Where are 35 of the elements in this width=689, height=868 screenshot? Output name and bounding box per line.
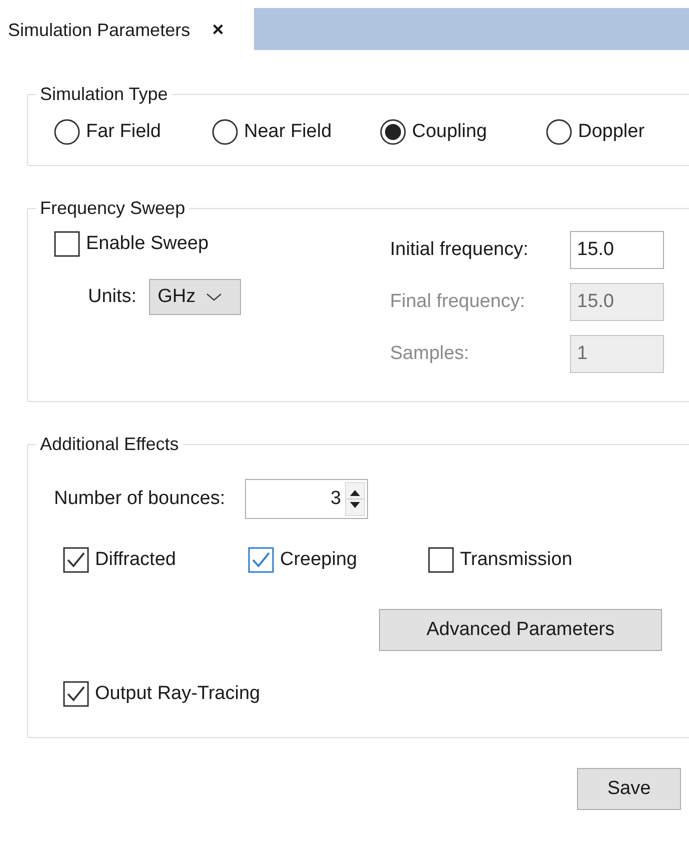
advanced-parameters-button[interactable]: Advanced Parameters bbox=[379, 609, 662, 651]
units-dropdown[interactable]: GHz bbox=[148, 279, 241, 315]
bounces-label: Number of bounces: bbox=[54, 488, 226, 510]
close-button[interactable]: × bbox=[212, 20, 224, 40]
spin-arrows-icon[interactable] bbox=[345, 482, 366, 516]
checkbox[interactable] bbox=[428, 547, 454, 573]
checkbox-label: Output Ray-Tracing bbox=[95, 683, 260, 705]
group-title: Frequency Sweep bbox=[39, 198, 186, 219]
field-label: Final frequency: bbox=[390, 291, 526, 313]
tab-label: Simulation Parameters bbox=[8, 20, 190, 40]
number-spinbox[interactable]: 3 bbox=[245, 479, 368, 519]
radio-button[interactable] bbox=[546, 119, 572, 145]
radio-button[interactable] bbox=[212, 119, 238, 145]
checked-checkbox[interactable] bbox=[63, 681, 89, 707]
checkbox-label: Transmission bbox=[460, 549, 572, 571]
checkbox-label: Diffracted bbox=[95, 549, 176, 571]
checkbox-label: Enable Sweep bbox=[86, 233, 209, 255]
input-field[interactable]: 15.0 bbox=[570, 231, 664, 269]
checkbox[interactable] bbox=[54, 231, 80, 257]
group-title: Additional Effects bbox=[39, 434, 180, 455]
save-button[interactable]: Save bbox=[577, 768, 681, 810]
radio-button[interactable] bbox=[380, 119, 406, 145]
units-label: Units: bbox=[88, 286, 137, 308]
field-label: Initial frequency: bbox=[390, 239, 530, 261]
checked-checkbox[interactable] bbox=[248, 547, 274, 573]
chevron-down-icon bbox=[206, 292, 222, 302]
group-title: Simulation Type bbox=[39, 84, 169, 105]
radio-label: Doppler bbox=[578, 121, 645, 143]
radio-button[interactable] bbox=[54, 119, 80, 145]
checkbox-label: Creeping bbox=[280, 549, 358, 571]
field-label: Samples: bbox=[390, 343, 470, 365]
checked-checkbox[interactable] bbox=[63, 547, 89, 573]
radio-label: Near Field bbox=[244, 121, 332, 143]
radio-label: Far Field bbox=[86, 121, 161, 143]
radio-label: Coupling bbox=[412, 121, 487, 143]
